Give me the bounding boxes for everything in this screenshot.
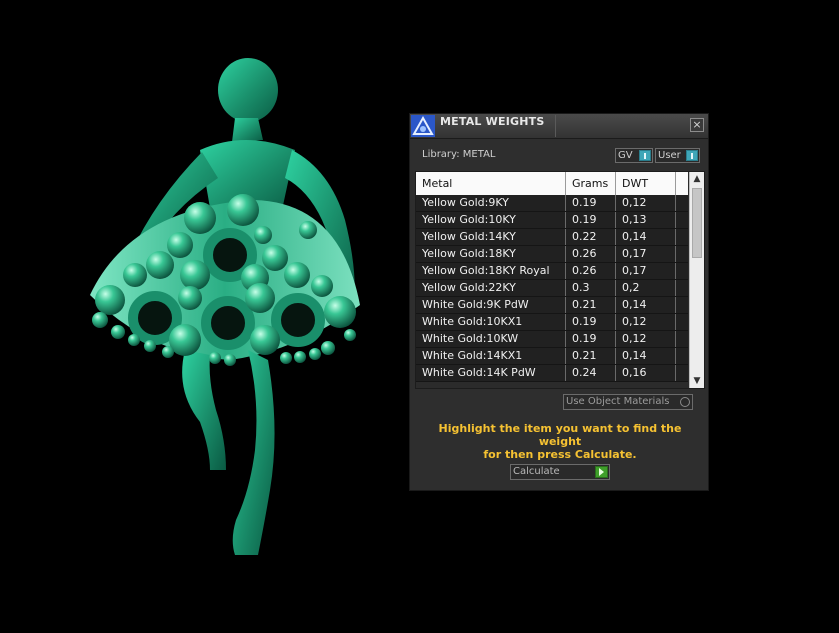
table-row[interactable]: Yellow Gold:9KY 0.19 0,12 [416,195,688,212]
cell-metal: Yellow Gold:10KY [416,212,566,228]
close-icon[interactable]: × [690,118,704,132]
panel-titlebar[interactable]: METAL WEIGHTS × [410,114,708,139]
cell-metal: White Gold:10KW [416,331,566,347]
metal-weights-panel: METAL WEIGHTS × Library: METAL GV User M… [409,113,709,491]
cell-metal: Yellow Gold:18KY [416,246,566,262]
table-row[interactable]: Yellow Gold:18KY Royal 0.26 0,17 [416,263,688,280]
cell-metal: Yellow Gold:14KY [416,229,566,245]
cell-blank [676,365,688,381]
ballerina-pendant-3d-model [90,58,360,555]
table-body: Yellow Gold:9KY 0.19 0,12 Yellow Gold:10… [416,195,688,382]
table-row[interactable]: White Gold:14KX1 0.21 0,14 [416,348,688,365]
cell-metal: Yellow Gold:9KY [416,195,566,211]
cell-grams: 0.22 [566,229,616,245]
table-row[interactable]: White Gold:10KX1 0.19 0,12 [416,314,688,331]
cell-grams: 0.3 [566,280,616,296]
app-logo-icon [411,115,435,137]
cell-dwt: 0,13 [616,212,676,228]
cell-blank [676,195,688,211]
cell-grams: 0.19 [566,195,616,211]
cell-dwt: 0,16 [616,365,676,381]
cell-grams: 0.19 [566,212,616,228]
cell-metal: White Gold:14KX1 [416,348,566,364]
column-header-grams[interactable]: Grams [566,172,616,195]
cell-metal: White Gold:14K PdW [416,365,566,381]
column-header-blank [676,172,688,195]
cell-grams: 0.21 [566,297,616,313]
user-toggle[interactable]: User [655,148,700,163]
cell-blank [676,229,688,245]
cell-blank [676,331,688,347]
gv-toggle[interactable]: GV [615,148,653,163]
metal-table[interactable]: Metal Grams DWT Yellow Gold:9KY 0.19 0,1… [415,171,705,389]
library-label: Library: METAL [422,149,496,160]
panel-title: METAL WEIGHTS [440,115,545,128]
cell-grams: 0.21 [566,348,616,364]
instruction-text: Highlight the item you want to find the … [420,422,700,461]
cell-blank [676,263,688,279]
cell-dwt: 0,12 [616,314,676,330]
cell-blank [676,212,688,228]
column-header-dwt[interactable]: DWT [616,172,676,195]
cell-dwt: 0,14 [616,348,676,364]
table-row[interactable]: White Gold:14K PdW 0.24 0,16 [416,365,688,382]
user-toggle-label: User [658,150,681,161]
table-row[interactable]: Yellow Gold:14KY 0.22 0,14 [416,229,688,246]
cell-blank [676,314,688,330]
cell-grams: 0.24 [566,365,616,381]
chevron-down-icon[interactable]: ▼ [690,374,704,388]
cell-dwt: 0,14 [616,229,676,245]
table-scrollbar[interactable]: ▲ ▼ [689,172,704,388]
cell-dwt: 0,17 [616,246,676,262]
chevron-up-icon[interactable]: ▲ [690,172,704,186]
cell-metal: White Gold:9K PdW [416,297,566,313]
column-header-metal[interactable]: Metal [416,172,566,195]
scrollbar-thumb[interactable] [692,188,702,258]
cell-metal: White Gold:10KX1 [416,314,566,330]
cell-grams: 0.26 [566,246,616,262]
3d-viewport[interactable]: METAL WEIGHTS × Library: METAL GV User M… [0,0,839,633]
cell-metal: Yellow Gold:22KY [416,280,566,296]
title-divider [555,115,556,137]
cell-grams: 0.26 [566,263,616,279]
cell-dwt: 0,12 [616,195,676,211]
toggle-knob-icon [639,150,651,161]
table-row[interactable]: Yellow Gold:18KY 0.26 0,17 [416,246,688,263]
table-row[interactable]: White Gold:10KW 0.19 0,12 [416,331,688,348]
table-row[interactable]: Yellow Gold:22KY 0.3 0,2 [416,280,688,297]
cell-dwt: 0,2 [616,280,676,296]
gv-toggle-label: GV [618,150,633,161]
radio-icon [680,397,690,407]
use-object-materials-option[interactable]: Use Object Materials [563,394,693,410]
cell-dwt: 0,14 [616,297,676,313]
instruction-line-1: Highlight the item you want to find the … [438,422,682,448]
toggle-knob-icon [686,150,698,161]
table-row[interactable]: White Gold:9K PdW 0.21 0,14 [416,297,688,314]
cell-blank [676,297,688,313]
instruction-line-2: for then press Calculate. [483,448,637,461]
cell-dwt: 0,17 [616,263,676,279]
cell-blank [676,280,688,296]
play-icon [595,466,608,478]
cell-metal: Yellow Gold:18KY Royal [416,263,566,279]
table-row[interactable]: Yellow Gold:10KY 0.19 0,13 [416,212,688,229]
table-header: Metal Grams DWT [416,172,688,195]
cell-blank [676,246,688,262]
calculate-button[interactable]: Calculate [510,464,610,480]
use-object-materials-label: Use Object Materials [566,396,670,407]
cell-grams: 0.19 [566,314,616,330]
calculate-label: Calculate [513,466,560,477]
cell-dwt: 0,12 [616,331,676,347]
cell-grams: 0.19 [566,331,616,347]
cell-blank [676,348,688,364]
